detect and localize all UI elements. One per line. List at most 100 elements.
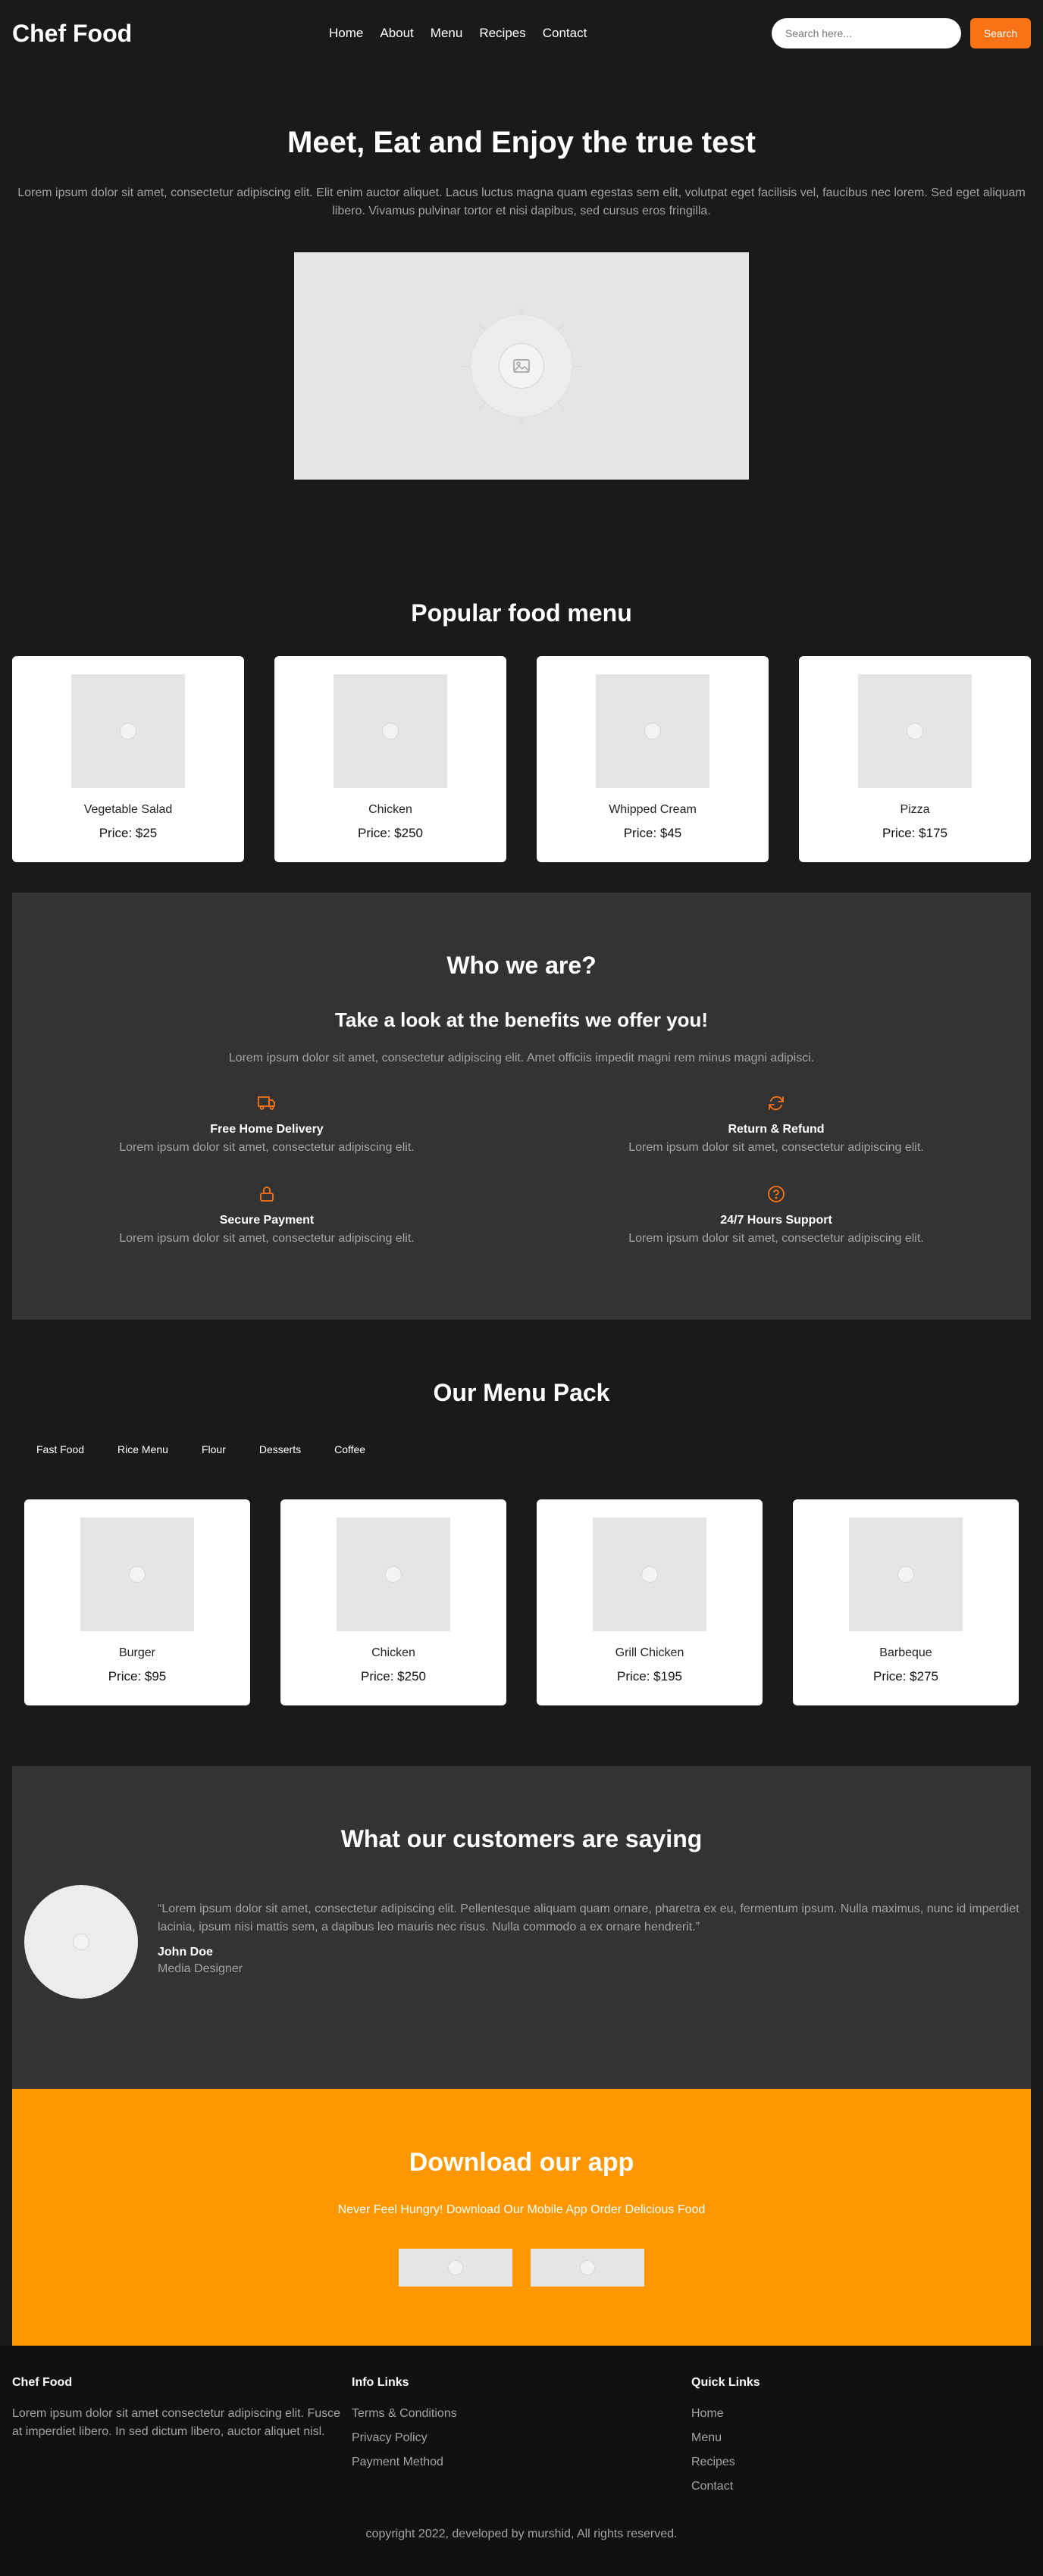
testimonial-body: “Lorem ipsum dolor sit amet, consectetur… [158,1885,1025,1999]
food-name: Burger [118,1646,156,1659]
footer-col-about: Chef Food Lorem ipsum dolor sit amet con… [12,2376,352,2502]
food-name: Grill Chicken [615,1646,684,1659]
testimonial-card: “Lorem ipsum dolor sit amet, consectetur… [12,1885,1031,1999]
footer-heading: Info Links [352,2376,409,2389]
food-price: Price: $250 [361,1669,426,1683]
footer-col-info: Info Links Terms & Conditions Privacy Po… [352,2376,691,2502]
popular-section: Popular food menu Vegetable Salad Price:… [0,480,1043,862]
footer-columns: Chef Food Lorem ipsum dolor sit amet con… [0,2346,1043,2502]
food-price: Price: $250 [358,826,423,840]
footer-link-home[interactable]: Home [691,2405,1031,2423]
footer-link-privacy[interactable]: Privacy Policy [352,2429,691,2447]
footer-link-contact[interactable]: Contact [691,2478,1031,2496]
search-input[interactable] [772,18,961,48]
food-image-placeholder [334,674,447,788]
food-name: Pizza [900,803,930,816]
nav-recipes[interactable]: Recipes [479,26,525,41]
food-card[interactable]: Chicken Price: $250 [280,1499,506,1705]
help-circle-icon [522,1185,1031,1203]
food-name: Barbeque [879,1646,932,1659]
hero-title: Meet, Eat and Enjoy the true test [287,126,756,159]
refresh-icon [522,1094,1031,1112]
store-buttons [12,2249,1031,2287]
benefit-item: Free Home Delivery Lorem ipsum dolor sit… [12,1094,522,1155]
food-price: Price: $95 [108,1669,167,1683]
footer-link-recipes[interactable]: Recipes [691,2453,1031,2471]
tab-flour[interactable]: Flour [189,1437,238,1462]
food-image-placeholder [71,674,185,788]
avatar [24,1885,138,1999]
hero-image-placeholder [294,252,749,480]
food-name: Chicken [368,803,412,816]
testimonial-author: John Doe [158,1946,213,1959]
testimonial-role: Media Designer [158,1962,243,1975]
food-card[interactable]: Chicken Price: $250 [274,656,506,862]
footer-links: Home Menu Recipes Contact [691,2405,1031,2496]
benefit-title: 24/7 Hours Support [720,1214,832,1227]
food-name: Vegetable Salad [83,803,173,816]
food-image-placeholder [596,674,709,788]
food-image-placeholder [849,1518,963,1631]
food-card[interactable]: Vegetable Salad Price: $25 [12,656,244,862]
who-title: Who we are? [446,952,597,979]
nav-about[interactable]: About [380,26,413,41]
footer-link-payment[interactable]: Payment Method [352,2453,691,2471]
benefit-item: Secure Payment Lorem ipsum dolor sit ame… [12,1185,522,1246]
footer-link-menu[interactable]: Menu [691,2429,1031,2447]
play-store-badge[interactable] [531,2249,644,2287]
footer-link-terms[interactable]: Terms & Conditions [352,2405,691,2423]
footer-links: Terms & Conditions Privacy Policy Paymen… [352,2405,691,2471]
testimonial-section: What our customers are saying “Lorem ips… [12,1766,1031,2089]
menu-pack-cards: Burger Price: $95 Chicken Price: $250 Gr… [0,1499,1043,1705]
search-button[interactable]: Search [970,18,1031,48]
search-bar: Search [772,18,1031,48]
footer-heading: Chef Food [12,2376,73,2389]
testimonial-quote: “Lorem ipsum dolor sit amet, consectetur… [158,1902,1020,1934]
nav-home[interactable]: Home [329,26,363,41]
food-image-placeholder [80,1518,194,1631]
menu-pack-section: Our Menu Pack Fast Food Rice Menu Flour … [0,1320,1043,1705]
food-card[interactable]: Pizza Price: $175 [799,656,1031,862]
who-subtitle: Take a look at the benefits we offer you… [334,1008,709,1031]
site-footer: Chef Food Lorem ipsum dolor sit amet con… [0,2346,1043,2576]
food-card[interactable]: Burger Price: $95 [24,1499,250,1705]
benefit-text: Lorem ipsum dolor sit amet, consectetur … [119,1141,415,1154]
food-name: Whipped Cream [609,803,697,816]
food-card[interactable]: Whipped Cream Price: $45 [537,656,769,862]
lock-icon [12,1185,522,1203]
benefit-title: Return & Refund [728,1123,825,1136]
benefit-text: Lorem ipsum dolor sit amet, consectetur … [628,1232,924,1245]
testimonial-title: What our customers are saying [340,1825,703,1852]
who-lead: Lorem ipsum dolor sit amet, consectetur … [228,1052,815,1064]
benefit-text: Lorem ipsum dolor sit amet, consectetur … [119,1232,415,1245]
brand-logo[interactable]: Chef Food [12,20,132,48]
tab-desserts[interactable]: Desserts [247,1437,313,1462]
benefit-item: 24/7 Hours Support Lorem ipsum dolor sit… [522,1185,1031,1246]
food-card[interactable]: Barbeque Price: $275 [793,1499,1019,1705]
truck-icon [12,1094,522,1112]
app-store-badge[interactable] [399,2249,512,2287]
nav-menu[interactable]: Menu [431,26,463,41]
food-card[interactable]: Grill Chicken Price: $195 [537,1499,763,1705]
food-price: Price: $45 [623,826,682,840]
footer-col-quick: Quick Links Home Menu Recipes Contact [691,2376,1031,2502]
benefit-title: Free Home Delivery [210,1123,324,1136]
footer-text: Lorem ipsum dolor sit amet consectetur a… [12,2407,341,2438]
download-text: Never Feel Hungry! Download Our Mobile A… [337,2203,706,2216]
nav-contact[interactable]: Contact [543,26,587,41]
download-section: Download our app Never Feel Hungry! Down… [12,2089,1031,2354]
hero-text: Lorem ipsum dolor sit amet, consectetur … [17,186,1026,217]
food-name: Chicken [371,1646,415,1659]
food-price: Price: $195 [617,1669,682,1683]
popular-cards: Vegetable Salad Price: $25 Chicken Price… [0,656,1043,862]
benefit-title: Secure Payment [219,1214,315,1227]
food-price: Price: $25 [99,826,158,840]
tab-coffee[interactable]: Coffee [322,1437,377,1462]
tab-rice-menu[interactable]: Rice Menu [105,1437,180,1462]
benefit-item: Return & Refund Lorem ipsum dolor sit am… [522,1094,1031,1155]
food-price: Price: $175 [882,826,947,840]
food-image-placeholder [858,674,972,788]
food-image-placeholder [337,1518,450,1631]
tab-fast-food[interactable]: Fast Food [24,1437,96,1462]
footer-heading: Quick Links [691,2376,760,2389]
